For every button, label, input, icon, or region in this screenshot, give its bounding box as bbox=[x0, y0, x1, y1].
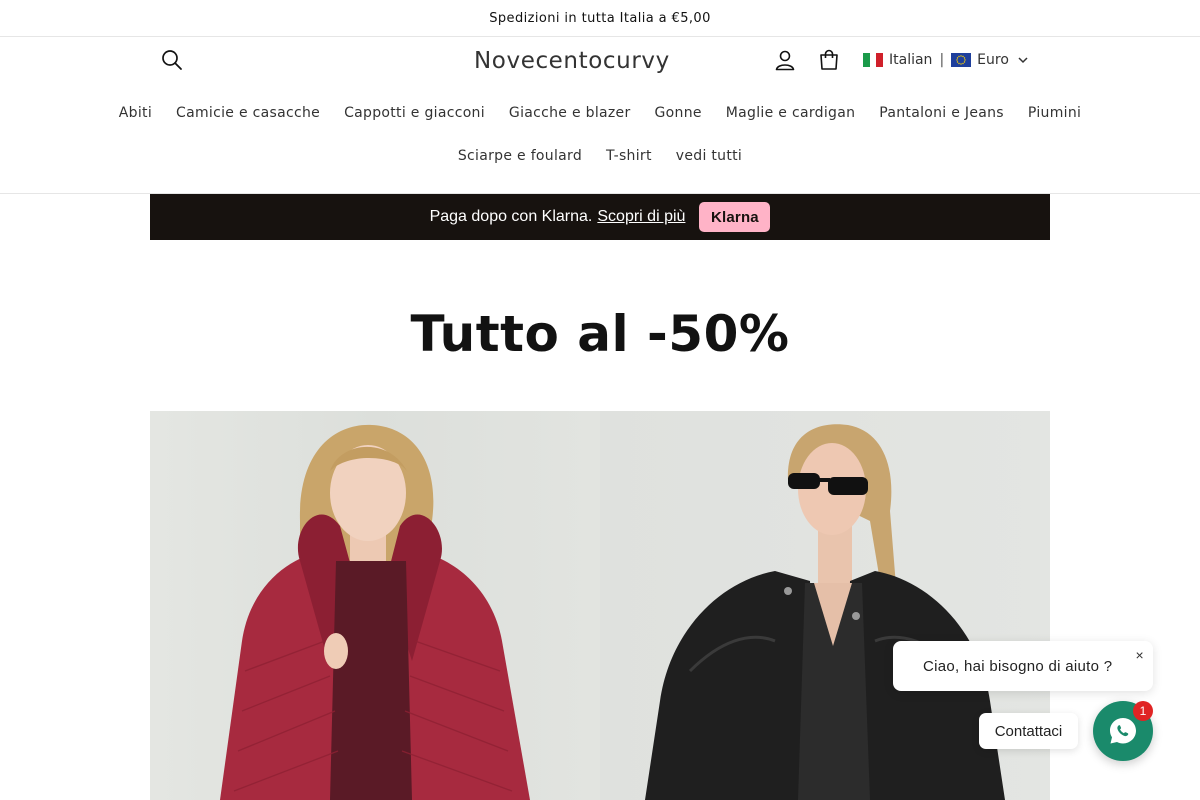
search-icon bbox=[162, 50, 182, 70]
site-header: Novecentocurvy Italian | Euro Abiti Cami… bbox=[0, 38, 1200, 194]
close-icon[interactable]: × bbox=[1136, 647, 1144, 663]
whatsapp-icon bbox=[1110, 718, 1136, 744]
locale-separator: | bbox=[939, 52, 945, 68]
chat-greeting-text: Ciao, hai bisogno di aiuto ? bbox=[923, 657, 1113, 675]
italy-flag-icon bbox=[863, 53, 884, 67]
nav-item-camicie[interactable]: Camicie e casacche bbox=[164, 104, 332, 122]
klarna-banner: Paga dopo con Klarna. Scopri di più Klar… bbox=[150, 194, 1050, 240]
main-nav-row-1: Abiti Camicie e casacche Cappotti e giac… bbox=[0, 104, 1200, 122]
nav-item-gonne[interactable]: Gonne bbox=[643, 104, 714, 122]
nav-item-cappotti[interactable]: Cappotti e giacconi bbox=[332, 104, 497, 122]
chat-greeting-bubble[interactable]: Ciao, hai bisogno di aiuto ? × bbox=[893, 641, 1153, 691]
nav-item-abiti[interactable]: Abiti bbox=[107, 104, 164, 122]
language-label: Italian bbox=[889, 52, 933, 68]
klarna-logo: Klarna bbox=[699, 202, 771, 232]
nav-item-maglie[interactable]: Maglie e cardigan bbox=[714, 104, 867, 122]
nav-item-tshirt[interactable]: T-shirt bbox=[594, 147, 664, 165]
klarna-text: Paga dopo con Klarna. bbox=[429, 208, 593, 225]
search-button[interactable] bbox=[158, 46, 186, 74]
hero-banner[interactable] bbox=[150, 411, 1050, 800]
main-nav-row-2: Sciarpe e foulard T-shirt vedi tutti bbox=[0, 147, 1200, 165]
nav-item-sciarpe[interactable]: Sciarpe e foulard bbox=[446, 147, 594, 165]
nav-item-vedi-tutti[interactable]: vedi tutti bbox=[664, 147, 754, 165]
chevron-down-icon bbox=[1018, 56, 1028, 64]
nav-item-giacche[interactable]: Giacche e blazer bbox=[497, 104, 643, 122]
klarna-learn-more-link[interactable]: Scopri di più bbox=[597, 208, 685, 226]
cart-button[interactable] bbox=[815, 46, 843, 74]
eu-flag-icon bbox=[951, 53, 972, 67]
nav-item-pantaloni[interactable]: Pantaloni e Jeans bbox=[867, 104, 1016, 122]
nav-item-piumini[interactable]: Piumini bbox=[1016, 104, 1093, 122]
contact-button[interactable]: Contattaci bbox=[979, 713, 1078, 749]
shopping-bag-icon bbox=[820, 49, 838, 70]
currency-label: Euro bbox=[977, 52, 1009, 68]
notification-badge: 1 bbox=[1133, 701, 1153, 721]
announcement-bar: Spedizioni in tutta Italia a €5,00 bbox=[0, 0, 1200, 37]
user-icon bbox=[775, 50, 795, 71]
account-button[interactable] bbox=[771, 46, 799, 74]
announcement-text: Spedizioni in tutta Italia a €5,00 bbox=[489, 10, 711, 26]
hero-image-puffer-jacket bbox=[150, 411, 600, 800]
page-title: Tutto al -50% bbox=[410, 305, 790, 363]
locale-selector[interactable]: Italian | Euro bbox=[863, 49, 1028, 71]
site-logo[interactable]: Novecentocurvy bbox=[474, 46, 726, 76]
